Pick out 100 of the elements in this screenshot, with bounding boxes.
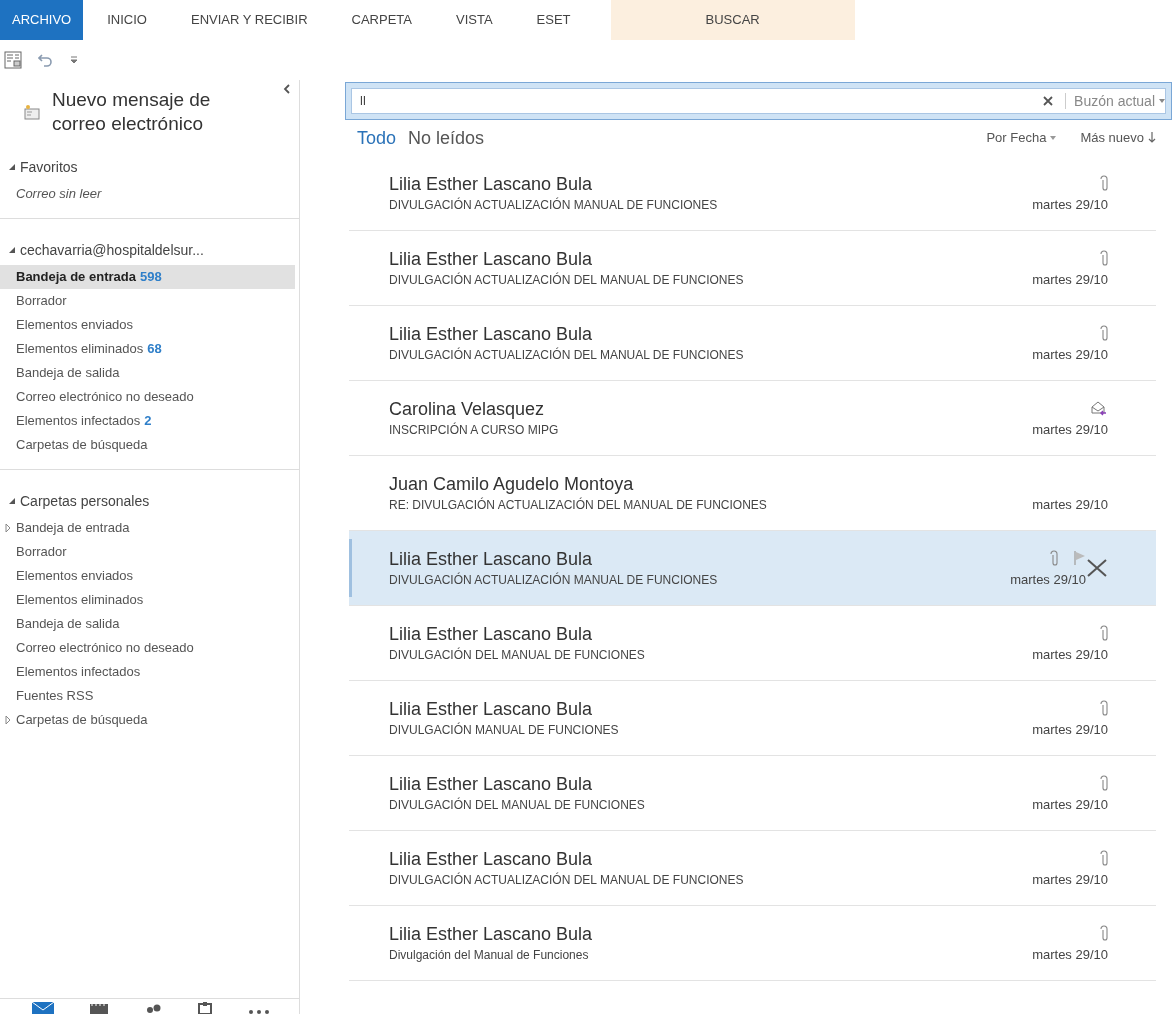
paperclip-icon xyxy=(1100,175,1108,192)
folder-group-header[interactable]: Carpetas personales xyxy=(0,486,150,516)
sender-name: Juan Camilo Agudelo Montoya xyxy=(389,473,635,496)
folder-item[interactable]: Elementos enviados xyxy=(0,564,295,588)
mail-icon[interactable] xyxy=(32,1002,54,1014)
folder-item[interactable]: Carpetas de búsqueda xyxy=(0,708,295,732)
subject-text: DIVULGACIÓN ACTUALIZACIÓN MANUAL DE FUNCIONES xyxy=(389,196,719,214)
folder-item[interactable]: Borrador xyxy=(0,289,295,313)
ribbon-tab[interactable]: ESET xyxy=(524,0,583,40)
date-text: martes 29/10 xyxy=(1032,721,1108,740)
collapse-icon[interactable] xyxy=(283,84,291,94)
folder-item[interactable]: Correo sin leer xyxy=(0,182,295,206)
paperclip-icon xyxy=(1100,700,1108,717)
ribbon-tab[interactable]: ARCHIVO xyxy=(0,0,84,40)
folder-item[interactable]: Bandeja de entrada xyxy=(0,516,295,540)
subject-text: INSCRIPCIÓN A CURSO MIPG xyxy=(389,421,560,439)
folder-item[interactable]: Elementos infectados xyxy=(0,660,295,684)
folder-item[interactable]: Borrador xyxy=(0,540,295,564)
subject-text: DIVULGACIÓN DEL MANUAL DE FUNCIONES xyxy=(389,646,646,664)
search-field[interactable]: ll Buzón actual xyxy=(351,88,1166,114)
message-row[interactable]: Lilia Esther Lascano Bula DIVULGACIÓN ACTUALIZACIÓN MANUAL DE FUNCIONES martes 29/10 xyxy=(349,531,1156,606)
layout-icon[interactable] xyxy=(4,51,22,69)
subject-text: DIVULGACIÓN ACTUALIZACIÓN DEL MANUAL DE FUNCIONES xyxy=(389,271,745,289)
dropdown-icon xyxy=(1050,136,1057,140)
sender-name: Lilia Esther Lascano Bula xyxy=(389,548,594,571)
folder-item[interactable]: Bandeja de salida xyxy=(0,612,295,636)
customize-icon[interactable] xyxy=(70,55,78,65)
message-row[interactable]: Lilia Esther Lascano Bula DIVULGACIÓN ACTUALIZACIÓN DEL MANUAL DE FUNCIONES martes 29/10 xyxy=(349,231,1156,306)
dropdown-icon[interactable] xyxy=(1159,99,1165,103)
delete-icon[interactable] xyxy=(1086,558,1108,578)
down-arrow-icon xyxy=(1148,132,1156,144)
sender-name: Lilia Esther Lascano Bula xyxy=(389,173,594,196)
folder-item[interactable]: Elementos infectados 2 xyxy=(0,409,295,433)
message-row[interactable]: Lilia Esther Lascano Bula DIVULGACIÓN ACTUALIZACIÓN DEL MANUAL DE FUNCIONES martes 29/10 xyxy=(349,831,1156,906)
folder-item[interactable]: Bandeja de salida xyxy=(0,361,295,385)
search-input[interactable]: ll xyxy=(360,91,1032,111)
subject-text: DIVULGACIÓN ACTUALIZACIÓN MANUAL DE FUNCIONES xyxy=(389,571,719,589)
expand-arrow-icon[interactable] xyxy=(4,716,12,724)
sender-name: Lilia Esther Lascano Bula xyxy=(389,248,594,271)
ribbon-tab[interactable]: VISTA xyxy=(443,0,505,40)
more-icon[interactable] xyxy=(248,1008,270,1014)
date-text: martes 29/10 xyxy=(1032,421,1108,440)
new-message-button[interactable]: Nuevo mensaje de correo electrónico xyxy=(52,88,262,136)
subject-text: DIVULGACIÓN MANUAL DE FUNCIONES xyxy=(389,721,620,739)
date-text: martes 29/10 xyxy=(1032,271,1108,290)
date-text: martes 29/10 xyxy=(1010,571,1086,590)
paperclip-icon xyxy=(1100,925,1108,942)
folder-item[interactable]: Correo electrónico no deseado xyxy=(0,385,295,409)
folder-item[interactable]: Fuentes RSS xyxy=(0,684,295,708)
folder-item[interactable]: Elementos eliminados xyxy=(0,588,295,612)
clear-icon[interactable] xyxy=(1043,96,1054,106)
ribbon-tab[interactable]: ENVIAR Y RECIBIR xyxy=(178,0,320,40)
sender-name: Lilia Esther Lascano Bula xyxy=(389,848,594,871)
envelope-arrow-icon xyxy=(1090,400,1108,417)
subject-text: DIVULGACIÓN DEL MANUAL DE FUNCIONES xyxy=(389,796,646,814)
message-row[interactable]: Lilia Esther Lascano Bula DIVULGACIÓN ACTUALIZACIÓN DEL MANUAL DE FUNCIONES martes 29/10 xyxy=(349,306,1156,381)
folder-item[interactable]: Carpetas de búsqueda xyxy=(0,433,295,457)
expanded-arrow-icon[interactable] xyxy=(8,163,16,171)
ribbon-tab[interactable]: BUSCAR xyxy=(610,0,855,40)
paperclip-icon xyxy=(1050,550,1058,567)
ribbon-tab[interactable]: CARPETA xyxy=(339,0,424,40)
filter-tab[interactable]: No leídos xyxy=(408,124,485,152)
filter-tab[interactable]: Todo xyxy=(357,124,397,152)
expanded-arrow-icon[interactable] xyxy=(8,246,16,254)
tasks-icon[interactable] xyxy=(198,1002,212,1014)
paperclip-icon xyxy=(1100,325,1108,342)
people-icon[interactable] xyxy=(144,1002,162,1014)
date-text: martes 29/10 xyxy=(1032,946,1108,965)
sender-name: Lilia Esther Lascano Bula xyxy=(389,623,594,646)
folder-item[interactable]: Elementos enviados xyxy=(0,313,295,337)
paperclip-icon xyxy=(1100,250,1108,267)
calendar-icon[interactable] xyxy=(90,1002,108,1014)
folder-item[interactable]: Bandeja de entrada 598 xyxy=(0,265,295,289)
paperclip-icon xyxy=(1100,775,1108,792)
folder-item[interactable]: Correo electrónico no deseado xyxy=(0,636,295,660)
sender-name: Lilia Esther Lascano Bula xyxy=(389,323,594,346)
search-scope[interactable]: Buzón actual xyxy=(1066,90,1155,112)
folder-item[interactable]: Elementos eliminados 68 xyxy=(0,337,295,361)
ribbon-tab[interactable]: INICIO xyxy=(95,0,159,40)
sender-name: Carolina Velasquez xyxy=(389,398,546,421)
subject-text: Divulgación del Manual de Funciones xyxy=(389,947,590,964)
undo-icon[interactable] xyxy=(38,53,54,67)
subject-text: DIVULGACIÓN ACTUALIZACIÓN DEL MANUAL DE FUNCIONES xyxy=(389,346,745,364)
folder-group-header[interactable]: Favoritos xyxy=(0,152,78,182)
expanded-arrow-icon[interactable] xyxy=(8,497,16,505)
message-row[interactable]: Lilia Esther Lascano Bula DIVULGACIÓN DEL MANUAL DE FUNCIONES martes 29/10 xyxy=(349,606,1156,681)
message-row[interactable]: Lilia Esther Lascano Bula Divulgación del Manual de Funciones martes 29/10 xyxy=(349,906,1156,981)
expand-arrow-icon[interactable] xyxy=(4,524,12,532)
message-row[interactable]: Carolina Velasquez INSCRIPCIÓN A CURSO MIPG martes 29/10 xyxy=(349,381,1156,456)
subject-text: DIVULGACIÓN ACTUALIZACIÓN DEL MANUAL DE FUNCIONES xyxy=(389,871,745,889)
folder-group-header[interactable]: cechavarria@hospitaldelsur... xyxy=(0,235,204,265)
date-text: martes 29/10 xyxy=(1032,496,1108,515)
message-row[interactable]: Lilia Esther Lascano Bula DIVULGACIÓN ACTUALIZACIÓN MANUAL DE FUNCIONES martes 29/10 xyxy=(349,156,1156,231)
date-text: martes 29/10 xyxy=(1032,646,1108,665)
sort-order-button[interactable]: Más nuevo xyxy=(1080,128,1156,148)
message-row[interactable]: Lilia Esther Lascano Bula DIVULGACIÓN DEL MANUAL DE FUNCIONES martes 29/10 xyxy=(349,756,1156,831)
paperclip-icon xyxy=(1100,625,1108,642)
message-row[interactable]: Lilia Esther Lascano Bula DIVULGACIÓN MANUAL DE FUNCIONES martes 29/10 xyxy=(349,681,1156,756)
sort-field-button[interactable]: Por Fecha xyxy=(986,128,1057,148)
date-text: martes 29/10 xyxy=(1032,796,1108,815)
